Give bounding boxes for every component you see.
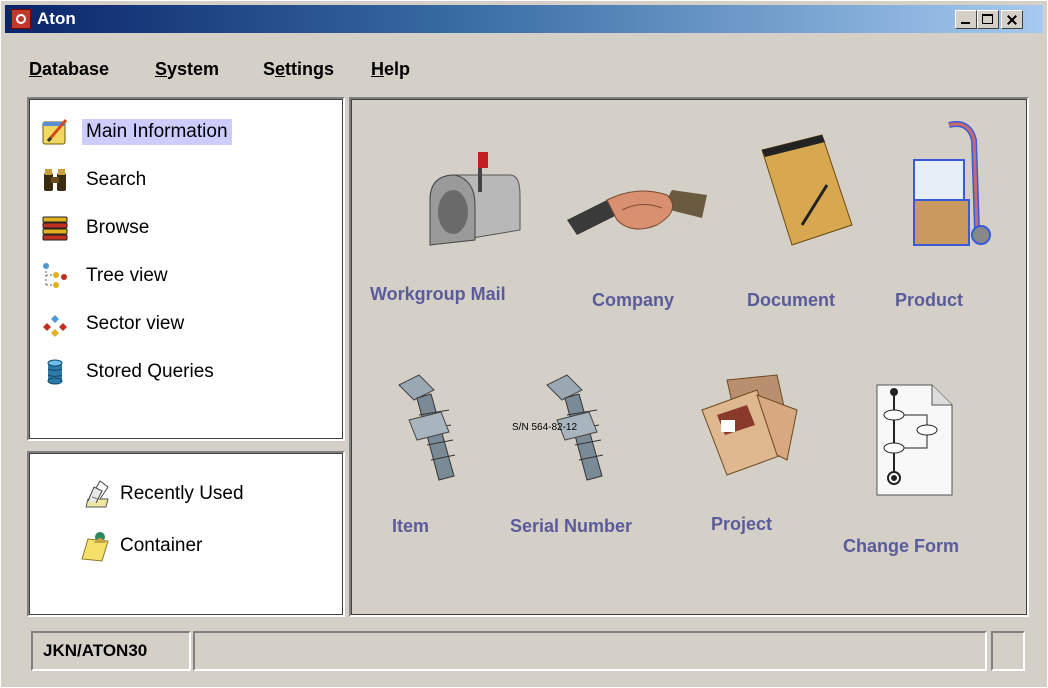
navigation-panel: Main Information Search Browse Tree view… xyxy=(27,97,345,441)
notepad-icon xyxy=(761,134,853,246)
papers-icon xyxy=(85,480,109,508)
tile-label-project: Project xyxy=(711,514,773,534)
nav-item-search[interactable]: Search xyxy=(40,162,150,198)
app-window: Aton Database System Settings Help Main … xyxy=(0,0,1048,688)
minimize-button[interactable] xyxy=(955,10,977,29)
tile-change-form[interactable]: Change Form xyxy=(837,370,997,560)
serial-number-text: S/N 564-82-12 xyxy=(512,422,578,433)
quick-item-container[interactable]: Container xyxy=(80,526,202,566)
tree-icon xyxy=(43,263,67,288)
tile-document[interactable]: Document xyxy=(732,130,872,310)
menu-help-mnemonic: H xyxy=(371,59,384,79)
menu-database-rest: atabase xyxy=(42,59,110,79)
title-bar[interactable]: Aton xyxy=(5,5,1043,33)
tile-label-company: Company xyxy=(592,290,675,310)
nav-label-sector-view: Sector view xyxy=(86,313,185,334)
menu-help[interactable]: Help xyxy=(371,59,410,80)
binoculars-icon xyxy=(44,169,66,191)
tile-label-change-form: Change Form xyxy=(843,536,960,556)
tile-company[interactable]: Company xyxy=(557,140,707,310)
mailbox-icon xyxy=(429,152,521,246)
folders-icon xyxy=(701,374,798,476)
tile-project[interactable]: Project xyxy=(697,360,827,550)
quick-access-panel: Recently Used Container xyxy=(27,451,345,617)
tile-workgroup-mail[interactable]: Workgroup Mail xyxy=(370,140,540,310)
status-indicator-field xyxy=(991,631,1025,671)
list-icon xyxy=(42,216,68,241)
handshake-icon xyxy=(567,190,707,235)
nav-label-stored-queries: Stored Queries xyxy=(86,361,214,382)
menu-database-mnemonic: D xyxy=(29,59,42,79)
quick-label-container: Container xyxy=(120,535,203,556)
nav-item-browse[interactable]: Browse xyxy=(40,210,153,246)
quick-access-panel-inner: Recently Used Container xyxy=(29,453,343,615)
notepad-pencil-icon xyxy=(42,119,68,145)
tile-label-item: Item xyxy=(392,516,430,536)
menu-system-mnemonic: S xyxy=(155,59,168,79)
maximize-button[interactable] xyxy=(977,10,999,29)
tile-item[interactable]: Item xyxy=(374,370,484,550)
database-icon xyxy=(47,359,63,385)
nav-item-main-information[interactable]: Main Information xyxy=(40,114,232,150)
menu-settings-mnemonic: e xyxy=(275,59,286,79)
nav-item-sector-view[interactable]: Sector view xyxy=(40,306,188,342)
menu-database[interactable]: Database xyxy=(29,59,109,80)
tile-product[interactable]: Product xyxy=(877,120,1007,310)
quick-item-recently-used[interactable]: Recently Used xyxy=(80,474,244,514)
tile-label-workgroup-mail: Workgroup Mail xyxy=(370,284,506,304)
bolt-icon xyxy=(398,374,456,481)
tile-label-serial-number: Serial Number xyxy=(510,516,633,536)
sector-icon xyxy=(43,315,67,337)
tile-label-document: Document xyxy=(747,290,836,310)
main-tiles-panel-inner: Workgroup Mail Company Document Product … xyxy=(351,99,1027,615)
main-tiles-panel: Workgroup Mail Company Document Product … xyxy=(349,97,1029,617)
status-message-field xyxy=(193,631,987,671)
status-user-field: JKN/ATON30 xyxy=(31,631,191,671)
nav-item-tree-view[interactable]: Tree view xyxy=(40,258,172,294)
hand-truck-icon xyxy=(913,121,991,246)
tile-label-product: Product xyxy=(895,290,964,310)
menu-settings[interactable]: Settings xyxy=(263,59,334,80)
folder-icon xyxy=(81,532,109,562)
flowchart-doc-icon xyxy=(876,384,953,496)
tile-serial-number[interactable]: S/N 564-82-12 Serial Number xyxy=(502,370,672,550)
menu-settings-rest: ttings xyxy=(285,59,335,79)
nav-label-tree-view: Tree view xyxy=(86,265,168,286)
menu-system[interactable]: System xyxy=(155,59,219,80)
window-title: Aton xyxy=(37,9,76,28)
menu-help-rest: elp xyxy=(384,59,411,79)
nav-label-search: Search xyxy=(86,169,147,190)
nav-label-main-information: Main Information xyxy=(82,119,232,145)
app-logo-icon[interactable] xyxy=(11,9,31,29)
menu-system-rest: ystem xyxy=(167,59,220,79)
nav-item-stored-queries[interactable]: Stored Queries xyxy=(40,354,218,390)
quick-label-recently-used: Recently Used xyxy=(120,483,244,504)
navigation-panel-inner: Main Information Search Browse Tree view… xyxy=(29,99,343,439)
nav-label-browse: Browse xyxy=(86,217,150,238)
menu-settings-pre: S xyxy=(263,59,276,79)
close-button[interactable] xyxy=(1001,10,1023,29)
